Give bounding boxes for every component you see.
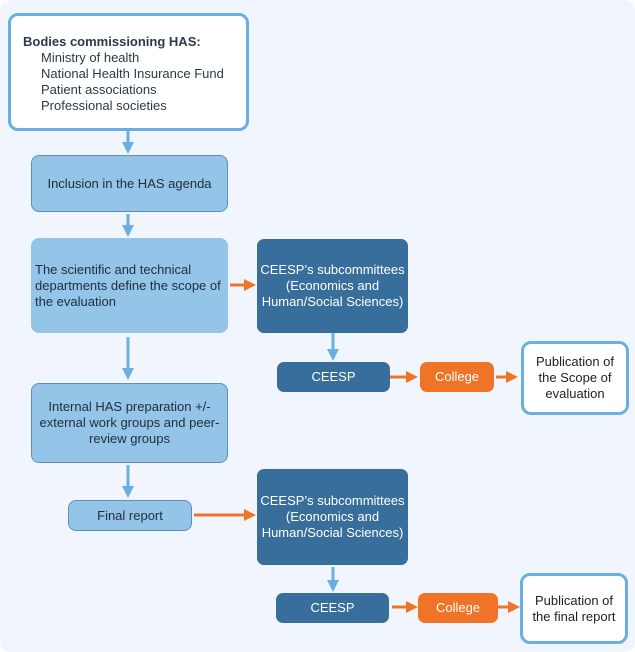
commissioning-item: National Health Insurance Fund bbox=[41, 66, 224, 81]
publication-box-2: Publication of the final report bbox=[520, 573, 628, 644]
ceesp-label-1: CEESP bbox=[311, 369, 356, 384]
commissioning-item: Patient associations bbox=[41, 82, 157, 97]
college-label-2: College bbox=[435, 600, 481, 615]
preparation-box: Internal HAS preparation +/- external wo… bbox=[31, 383, 228, 463]
college-label-1: College bbox=[434, 369, 480, 384]
publication-box-1: Publication of the Scope of evaluation bbox=[521, 341, 629, 415]
subcommittees-label-1: CEESP’s subcommittees (Economics and Hum… bbox=[260, 262, 405, 309]
commissioning-item: Professional societies bbox=[41, 98, 167, 113]
college-box-1: College bbox=[420, 362, 494, 392]
college-box-2: College bbox=[418, 593, 498, 623]
subcommittees-box-2: CEESP’s subcommittees (Economics and Hum… bbox=[257, 469, 408, 565]
publication-label-1: Publication of the Scope of evaluation bbox=[535, 354, 615, 401]
final-report-box: Final report bbox=[68, 500, 192, 531]
commissioning-title: Bodies commissioning HAS: bbox=[23, 34, 201, 49]
preparation-label: Internal HAS preparation +/- external wo… bbox=[39, 399, 220, 446]
inclusion-label: Inclusion in the HAS agenda bbox=[47, 175, 212, 191]
ceesp-label-2: CEESP bbox=[310, 600, 355, 615]
commissioning-bodies-box: Bodies commissioning HAS: Ministry of he… bbox=[8, 13, 249, 131]
ceesp-box-2: CEESP bbox=[276, 593, 389, 623]
publication-label-2: Publication of the final report bbox=[532, 592, 616, 624]
final-report-label: Final report bbox=[97, 507, 163, 523]
subcommittees-label-2: CEESP’s subcommittees (Economics and Hum… bbox=[260, 493, 405, 540]
commissioning-item: Ministry of health bbox=[41, 50, 140, 65]
commissioning-list: Ministry of health National Health Insur… bbox=[23, 50, 246, 114]
scope-definition-label: The scientific and technical departments… bbox=[35, 261, 221, 309]
ceesp-box-1: CEESP bbox=[277, 362, 390, 392]
scope-definition-box: The scientific and technical departments… bbox=[31, 238, 228, 333]
subcommittees-box-1: CEESP’s subcommittees (Economics and Hum… bbox=[257, 239, 408, 333]
inclusion-box: Inclusion in the HAS agenda bbox=[31, 155, 228, 212]
